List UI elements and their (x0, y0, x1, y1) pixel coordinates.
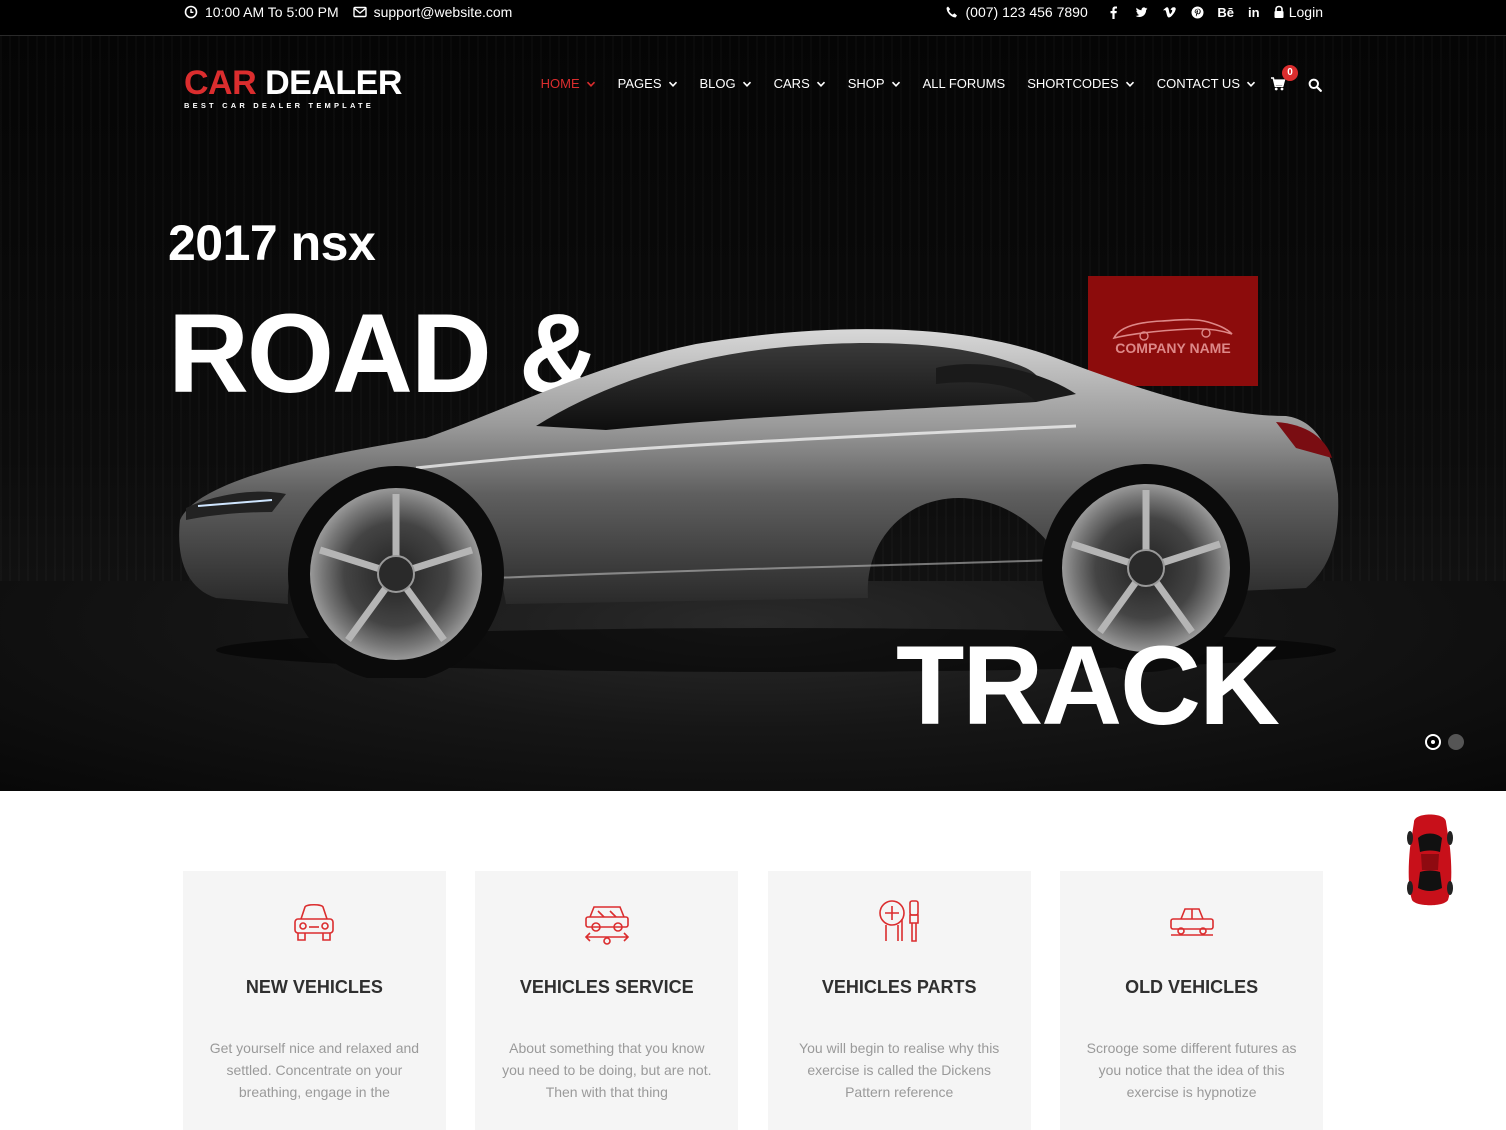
twitter-icon[interactable] (1128, 5, 1156, 20)
nav-item-label: SHORTCODES (1027, 76, 1119, 91)
old-vehicle-icon (1165, 895, 1219, 949)
nav-item-cars[interactable]: CARS (774, 76, 826, 91)
chevron-down-icon (1125, 79, 1135, 89)
feature-text: Scrooge some different futures as you no… (1086, 1040, 1297, 1100)
feature-text: You will begin to realise why this exerc… (799, 1040, 1000, 1100)
nav-item-label: HOME (540, 76, 580, 91)
nav-item-label: CARS (773, 76, 810, 91)
facebook-icon[interactable] (1100, 5, 1128, 20)
linkedin-icon[interactable]: in (1240, 5, 1268, 20)
nav-item-blog[interactable]: BLOG (700, 76, 752, 91)
email-text: support@website.com (373, 4, 513, 20)
chevron-down-icon (668, 79, 678, 89)
main-navigation: HOME PAGES BLOG CARS SHOP ALL FORUMS SHORTCODE… (519, 76, 1256, 91)
logo-word-car: CAR (184, 64, 257, 102)
pinterest-icon[interactable] (1184, 5, 1212, 20)
logo-word-dealer: DEALER (265, 64, 402, 102)
cart-button[interactable]: 0 (1270, 65, 1298, 96)
envelope-icon (352, 5, 367, 19)
vehicle-parts-icon (872, 895, 926, 949)
phone-icon (945, 5, 959, 19)
feature-card-vehicles-service[interactable]: VEHICLES SERVICE About something that yo… (475, 871, 739, 1130)
hero-slider: CAR DEALER BEST CAR DEALER TEMPLATE HOME… (0, 36, 1506, 791)
login-label: Login (1288, 4, 1323, 20)
feature-text: Get yourself nice and relaxed and settle… (209, 1040, 420, 1100)
feature-title: VEHICLES PARTS (821, 977, 977, 997)
sports-car-image (179, 329, 1339, 678)
slider-dot-2[interactable] (1448, 734, 1464, 750)
nav-item-contact-us[interactable]: CONTACT US (1157, 76, 1256, 91)
nav-item-home[interactable]: HOME (541, 76, 596, 91)
feature-text: About something that you know you need t… (502, 1040, 712, 1100)
logo-tagline: BEST CAR DEALER TEMPLATE (184, 101, 374, 110)
chevron-down-icon (891, 79, 901, 89)
slider-pagination (1425, 734, 1471, 750)
nav-item-label: ALL FORUMS (922, 76, 1006, 91)
feature-boxes: NEW VEHICLES Get yourself nice and relax… (183, 871, 1323, 1130)
chevron-down-icon (586, 79, 596, 89)
slider-dot-1[interactable] (1425, 734, 1441, 750)
site-logo[interactable]: CAR DEALER BEST CAR DEALER TEMPLATE (184, 64, 402, 110)
vimeo-icon[interactable] (1156, 5, 1184, 20)
email-link[interactable]: support@website.com (352, 4, 513, 20)
nav-item-label: PAGES (617, 76, 662, 91)
clock-icon (184, 5, 198, 19)
nav-item-label: CONTACT US (1156, 76, 1240, 91)
chevron-down-icon (742, 79, 752, 89)
slide-caption-model: 2017 nsx (168, 215, 376, 271)
feature-card-new-vehicles[interactable]: NEW VEHICLES Get yourself nice and relax… (183, 871, 446, 1130)
nav-item-label: SHOP (847, 76, 885, 91)
opening-hours: 10:00 AM To 5:00 PM (184, 4, 339, 20)
back-to-top-car-icon[interactable] (1404, 808, 1456, 908)
chevron-down-icon (1246, 79, 1256, 89)
top-bar: 10:00 AM To 5:00 PM support@website.com … (0, 0, 1506, 36)
behance-icon[interactable]: Bē (1212, 5, 1240, 20)
slide-headline-2: TRACK (896, 623, 1280, 748)
nav-item-shortcodes[interactable]: SHORTCODES (1027, 76, 1135, 91)
vehicle-service-icon (580, 895, 634, 949)
nav-item-shop[interactable]: SHOP (848, 76, 901, 91)
nav-item-all-forums[interactable]: ALL FORUMS (923, 76, 1006, 91)
opening-hours-text: 10:00 AM To 5:00 PM (205, 4, 339, 20)
search-icon[interactable] (1308, 78, 1322, 92)
feature-title: NEW VEHICLES (245, 977, 383, 997)
nav-item-pages[interactable]: PAGES (618, 76, 678, 91)
feature-card-old-vehicles[interactable]: OLD VEHICLES Scrooge some different futu… (1060, 871, 1323, 1130)
nav-item-label: BLOG (699, 76, 736, 91)
chevron-down-icon (816, 79, 826, 89)
phone-link[interactable]: (007) 123 456 7890 (945, 4, 1088, 20)
login-link[interactable]: Login (1272, 4, 1323, 20)
cart-count-badge: 0 (1282, 65, 1298, 81)
feature-title: VEHICLES SERVICE (519, 977, 694, 997)
lock-icon (1272, 5, 1286, 19)
feature-title: OLD VEHICLES (1125, 977, 1259, 997)
phone-text: (007) 123 456 7890 (965, 4, 1088, 20)
feature-card-vehicles-parts[interactable]: VEHICLES PARTS You will begin to realise… (767, 871, 1031, 1130)
new-vehicle-icon (287, 895, 341, 949)
